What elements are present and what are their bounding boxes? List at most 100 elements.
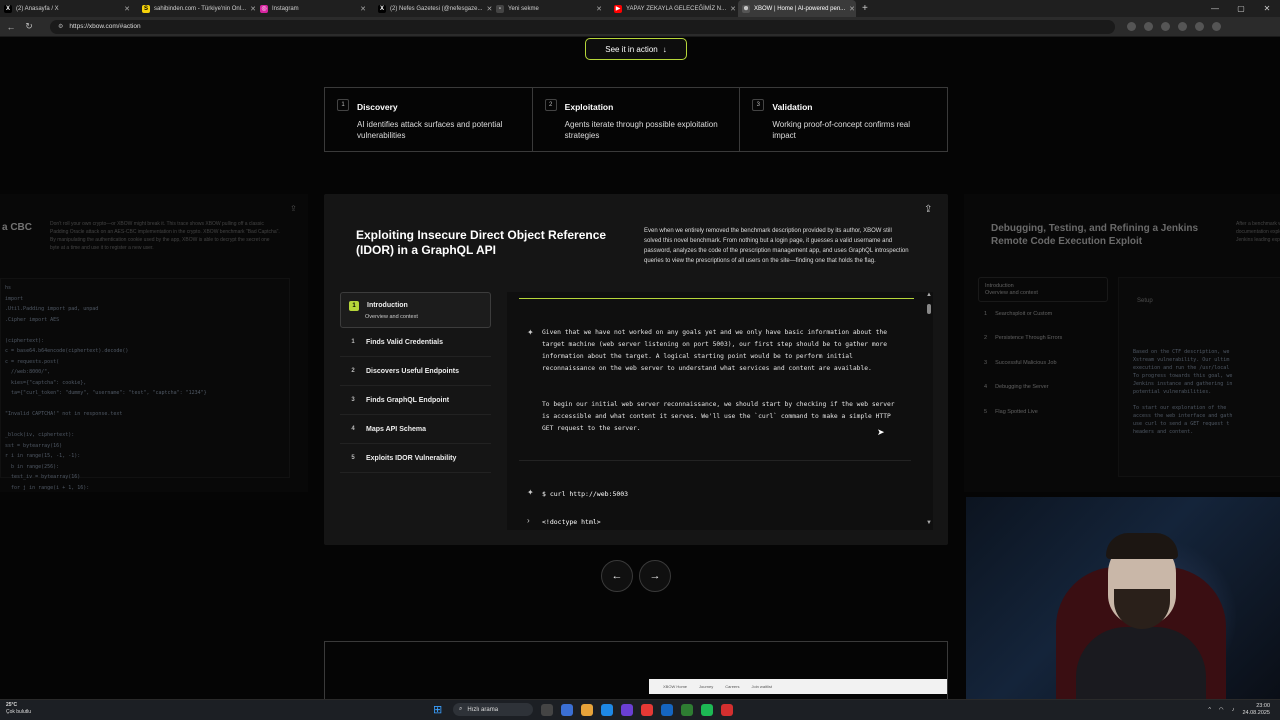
carousel-next-button[interactable]: → <box>639 560 671 592</box>
stage-list: Introduction Overview and context 1 Searc… <box>978 277 1108 424</box>
wifi-icon[interactable]: ◠ <box>1219 707 1224 713</box>
system-tray: ^ ◠ ♪ 23:00 24.08.2025 <box>1208 703 1270 717</box>
newtab-icon: ▫ <box>496 4 504 13</box>
whatsapp-icon[interactable] <box>681 703 693 716</box>
profile-avatar[interactable] <box>1195 22 1204 31</box>
app-icon[interactable] <box>721 703 733 716</box>
code-panel: hs import .Util.Padding import pad, unpa… <box>0 278 290 491</box>
close-window-icon[interactable]: ✕ <box>1254 0 1280 17</box>
volume-icon[interactable]: ♪ <box>1232 707 1235 713</box>
case-study-title: Exploiting Insecure Direct Object Refere… <box>356 228 607 257</box>
tab-sahibinden[interactable]: S sahibinden.com - Türkiye'nin Onl... ✕ <box>138 0 256 17</box>
site-info-icon[interactable]: ⚙ <box>58 23 63 30</box>
tab-xbow[interactable]: ⊗ XBOW | Home | AI-powered pen... ✕ <box>738 0 856 17</box>
agent-thought: To begin our initial web server reconnai… <box>542 401 895 432</box>
carousel-card-next[interactable]: Debugging, Testing, and Refining a Jenki… <box>964 194 1280 492</box>
person-body <box>1076 627 1206 700</box>
close-icon[interactable]: ✕ <box>124 5 130 13</box>
terminal-scrollbar[interactable]: ▲ ▼ <box>925 292 933 530</box>
task-view-icon[interactable] <box>541 703 553 716</box>
stage-finds-graphql-endpoint[interactable]: 3 Finds GraphQL Endpoint <box>340 386 491 415</box>
edge-icon[interactable] <box>561 703 573 716</box>
case-study-card: Exploiting Insecure Direct Object Refere… <box>324 194 948 545</box>
stage-maps-api-schema[interactable]: 4 Maps API Schema <box>340 415 491 444</box>
windows-start-icon[interactable]: ⊞ <box>433 704 445 716</box>
maximize-icon[interactable]: ▢ <box>1228 0 1254 17</box>
person-hair <box>1106 533 1178 559</box>
close-icon[interactable]: ✕ <box>849 5 855 13</box>
trace-panel: Setup Based on the CTF description, we X… <box>1118 277 1280 477</box>
arrow-down-icon: ↓ <box>662 44 667 54</box>
weather-widget[interactable]: 25°C Çok bulutlu <box>6 702 31 716</box>
terminal-command: $ curl http://web:5003 <box>542 490 629 498</box>
scroll-thumb[interactable] <box>927 304 931 314</box>
scroll-down-icon[interactable]: ▼ <box>926 520 932 526</box>
back-icon[interactable]: ← <box>4 22 18 32</box>
carousel-prev-button[interactable]: ← <box>601 560 633 592</box>
step-exploitation: 2 Exploitation Agents iterate through po… <box>533 88 741 151</box>
close-icon[interactable]: ✕ <box>730 5 736 13</box>
share-icon[interactable]: ⇪ <box>290 204 297 213</box>
store-icon[interactable] <box>601 703 613 716</box>
search-icon: ⌕ <box>459 706 463 712</box>
window-controls: — ▢ ✕ <box>1202 0 1280 17</box>
sahibinden-icon: S <box>142 4 150 13</box>
sparkle-icon: ✦ <box>527 328 534 337</box>
stage-item[interactable]: 2 Persistence Through Errors <box>978 326 1108 351</box>
share-icon[interactable]: ⇪ <box>924 204 932 215</box>
chevron-right-icon: › <box>527 516 530 525</box>
stage-item[interactable]: 4 Debugging the Server <box>978 375 1108 400</box>
agent-trace-terminal[interactable]: ✦ Given that we have not worked on any g… <box>507 292 933 530</box>
bookmark-icon[interactable] <box>1127 22 1136 31</box>
step-validation: 3 Validation Working proof-of-concept co… <box>740 88 947 151</box>
minimize-icon[interactable]: — <box>1202 0 1228 17</box>
agent-thought: Given that we have not worked on any goa… <box>542 329 887 372</box>
tab-new-tab[interactable]: ▫ Yeni sekme ✕ <box>492 0 610 17</box>
extensions-bar <box>1127 22 1221 31</box>
process-steps: 1 Discovery AI identifies attack surface… <box>324 87 948 152</box>
address-bar: ← ↻ ⚙ https://xbow.com/#action <box>0 17 1280 37</box>
stage-item[interactable]: 1 Searchsploit or Custom <box>978 302 1108 327</box>
extension-icon[interactable] <box>1144 22 1153 31</box>
spotify-icon[interactable] <box>701 703 713 716</box>
teams-icon[interactable] <box>621 703 633 716</box>
new-tab-icon[interactable]: + <box>862 3 868 14</box>
extension-icon[interactable] <box>1161 22 1170 31</box>
file-explorer-icon[interactable] <box>581 703 593 716</box>
see-it-in-action-button[interactable]: See it in action ↓ <box>585 38 687 60</box>
tab-nefes-gazetesi[interactable]: X (2) Nefes Gazetesi (@nefesgaze... ✕ <box>374 0 492 17</box>
tab-instagram[interactable]: ◎ Instagram ✕ <box>256 0 374 17</box>
extension-icon[interactable] <box>1178 22 1187 31</box>
close-icon[interactable]: ✕ <box>360 5 366 13</box>
stage-finds-valid-credentials[interactable]: 1 Finds Valid Credentials <box>340 328 491 357</box>
scroll-up-icon[interactable]: ▲ <box>926 292 932 298</box>
tab-x-home[interactable]: X (2) Anasayfa / X ✕ <box>0 0 138 17</box>
stage-introduction[interactable]: Introduction Overview and context <box>978 277 1108 302</box>
step-discovery: 1 Discovery AI identifies attack surface… <box>325 88 533 151</box>
app-icon[interactable] <box>661 703 673 716</box>
clock[interactable]: 23:00 24.08.2025 <box>1242 703 1270 717</box>
browser-tab-bar: X (2) Anasayfa / X ✕ S sahibinden.com - … <box>0 0 1280 17</box>
app-icon[interactable] <box>641 703 653 716</box>
arrow-right-icon: → <box>649 570 661 582</box>
url-field[interactable]: ⚙ https://xbow.com/#action <box>50 19 1115 34</box>
close-icon[interactable]: ✕ <box>596 5 602 13</box>
windows-taskbar: 25°C Çok bulutlu ⊞ ⌕ Hızlı arama ^ ◠ ♪ 2… <box>0 699 1280 720</box>
divider <box>519 460 911 461</box>
case-study-description: Even when we entirely removed the benchm… <box>644 228 909 264</box>
stage-item[interactable]: 3 Successful Malicious Job <box>978 351 1108 376</box>
terminal-output: <!doctype html> <box>542 518 601 526</box>
sparkle-icon: ✦ <box>527 488 534 497</box>
taskbar-search[interactable]: ⌕ Hızlı arama <box>453 703 533 716</box>
stage-discovers-useful-endpoints[interactable]: 2 Discovers Useful Endpoints <box>340 357 491 386</box>
stage-introduction[interactable]: 1 Introduction Overview and context <box>340 292 491 328</box>
tab-youtube[interactable]: ▶ YAPAY ZEKAYLA GELECEĞİMİZ N... ✕ <box>610 0 738 17</box>
menu-icon[interactable] <box>1212 22 1221 31</box>
chevron-up-icon[interactable]: ^ <box>1208 707 1211 713</box>
carousel-card-previous[interactable]: a CBC Don't roll your own crypto—or XBOW… <box>0 194 308 492</box>
reload-icon[interactable]: ↻ <box>22 21 36 32</box>
stage-item[interactable]: 5 Flag Spotted Live <box>978 400 1108 425</box>
taskbar-apps: ⊞ ⌕ Hızlı arama <box>433 703 733 716</box>
progress-line <box>519 298 914 299</box>
stage-exploits-idor[interactable]: 5 Exploits IDOR Vulnerability <box>340 444 491 473</box>
